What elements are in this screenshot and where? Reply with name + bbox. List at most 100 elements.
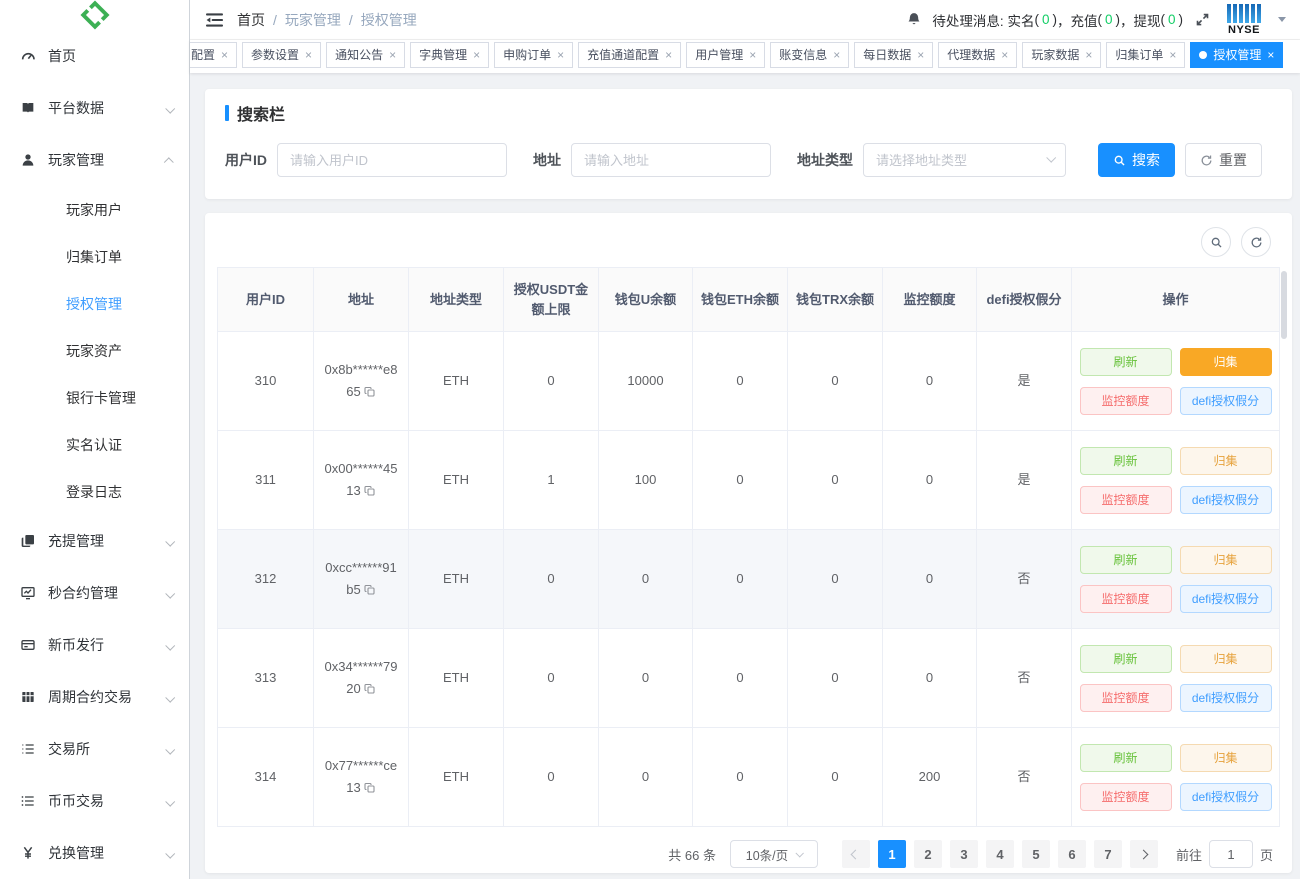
sidebar-item-login-logs[interactable]: 登录日志 <box>0 468 189 515</box>
close-icon[interactable]: × <box>749 49 756 61</box>
sidebar-item-player-assets[interactable]: 玩家资产 <box>0 327 189 374</box>
sidebar-item-deposit-withdraw[interactable]: 充提管理 <box>0 515 189 567</box>
close-icon[interactable]: × <box>1001 49 1008 61</box>
next-page-button[interactable] <box>1130 840 1158 868</box>
sidebar-item-home[interactable]: 首页 <box>0 30 189 82</box>
address-type-select[interactable] <box>863 143 1066 177</box>
sidebar-item-authorization-management[interactable]: 授权管理 <box>0 280 189 327</box>
tab-user-management[interactable]: 用户管理× <box>686 42 765 68</box>
close-icon[interactable]: × <box>557 49 564 61</box>
defi-fake-button[interactable]: defi授权假分 <box>1180 387 1272 415</box>
close-icon[interactable]: × <box>833 49 840 61</box>
sidebar-item-bank-card-management[interactable]: 银行卡管理 <box>0 374 189 421</box>
tab-account-changes[interactable]: 账变信息× <box>770 42 849 68</box>
tab-daily-data[interactable]: 每日数据× <box>854 42 933 68</box>
collect-button[interactable]: 归集 <box>1180 546 1272 574</box>
sidebar-item-new-coin-issue[interactable]: 新币发行 <box>0 619 189 671</box>
close-icon[interactable]: × <box>221 49 228 61</box>
sidebar-fold-icon[interactable] <box>206 13 223 27</box>
pagination: 共 66 条 10条/页 1 2 3 4 5 6 7 前往 页 <box>217 827 1279 879</box>
user-id-input[interactable] <box>277 143 507 177</box>
refresh-row-button[interactable]: 刷新 <box>1080 447 1172 475</box>
sidebar-item-cycle-contract-trade[interactable]: 周期合约交易 <box>0 671 189 723</box>
copy-icon[interactable] <box>364 683 376 695</box>
close-icon[interactable]: × <box>305 49 312 61</box>
collect-button[interactable]: 归集 <box>1180 348 1272 376</box>
collect-button[interactable]: 归集 <box>1180 744 1272 772</box>
fullscreen-icon[interactable] <box>1195 12 1210 27</box>
refresh-table-button[interactable] <box>1241 227 1271 257</box>
close-icon[interactable]: × <box>1267 49 1274 61</box>
table-scrollbar-thumb[interactable] <box>1281 271 1287 339</box>
tab-authorization-management[interactable]: 授权管理× <box>1190 42 1283 68</box>
collect-button[interactable]: 归集 <box>1180 447 1272 475</box>
page-1-button[interactable]: 1 <box>878 840 906 868</box>
tab-config[interactable]: 配置× <box>190 42 237 68</box>
close-icon[interactable]: × <box>1085 49 1092 61</box>
page-size-select[interactable]: 10条/页 <box>730 840 818 868</box>
sidebar-item-exchange[interactable]: 交易所 <box>0 723 189 775</box>
tab-dictionary[interactable]: 字典管理× <box>410 42 489 68</box>
tab-recharge-channel[interactable]: 充值通道配置× <box>578 42 681 68</box>
prev-page-button[interactable] <box>842 840 870 868</box>
sidebar-item-seconds-contract[interactable]: 秒合约管理 <box>0 567 189 619</box>
reset-button[interactable]: 重置 <box>1185 143 1262 177</box>
sidebar-item-real-name-auth[interactable]: 实名认证 <box>0 421 189 468</box>
tab-notice[interactable]: 通知公告× <box>326 42 405 68</box>
defi-fake-button[interactable]: defi授权假分 <box>1180 486 1272 514</box>
refresh-row-button[interactable]: 刷新 <box>1080 645 1172 673</box>
refresh-icon <box>1200 154 1213 167</box>
page-2-button[interactable]: 2 <box>914 840 942 868</box>
sidebar-item-swap-management[interactable]: 兑换管理 <box>0 827 189 879</box>
breadcrumb-home[interactable]: 首页 <box>237 10 265 30</box>
copy-icon[interactable] <box>364 584 376 596</box>
page-7-button[interactable]: 7 <box>1094 840 1122 868</box>
close-icon[interactable]: × <box>1169 49 1176 61</box>
search-button[interactable]: 搜索 <box>1098 143 1175 177</box>
goto-page-input[interactable] <box>1209 840 1253 868</box>
sidebar-item-platform-data[interactable]: 平台数据 <box>0 82 189 134</box>
monitor-quota-button[interactable]: 监控额度 <box>1080 387 1172 415</box>
tab-param-settings[interactable]: 参数设置× <box>242 42 321 68</box>
brand-name: NYSE <box>1228 24 1260 36</box>
page-4-button[interactable]: 4 <box>986 840 1014 868</box>
chevron-down-icon <box>796 849 804 857</box>
sidebar-item-player-users[interactable]: 玩家用户 <box>0 186 189 233</box>
close-icon[interactable]: × <box>473 49 480 61</box>
monitor-quota-button[interactable]: 监控额度 <box>1080 585 1172 613</box>
copy-icon[interactable] <box>364 782 376 794</box>
tab-collect-orders[interactable]: 归集订单× <box>1106 42 1185 68</box>
page-3-button[interactable]: 3 <box>950 840 978 868</box>
defi-fake-button[interactable]: defi授权假分 <box>1180 783 1272 811</box>
monitor-quota-button[interactable]: 监控额度 <box>1080 684 1172 712</box>
account-logo[interactable]: NYSE <box>1222 4 1266 36</box>
defi-fake-button[interactable]: defi授权假分 <box>1180 585 1272 613</box>
monitor-quota-button[interactable]: 监控额度 <box>1080 486 1172 514</box>
address-text: 0x77******ce13 <box>325 758 397 795</box>
copy-icon[interactable] <box>364 386 376 398</box>
tab-player-data[interactable]: 玩家数据× <box>1022 42 1101 68</box>
bell-icon[interactable] <box>906 11 922 28</box>
tab-agent-data[interactable]: 代理数据× <box>938 42 1017 68</box>
refresh-row-button[interactable]: 刷新 <box>1080 744 1172 772</box>
sidebar-item-collect-orders[interactable]: 归集订单 <box>0 233 189 280</box>
page-6-button[interactable]: 6 <box>1058 840 1086 868</box>
page-5-button[interactable]: 5 <box>1022 840 1050 868</box>
copy-icon[interactable] <box>364 485 376 497</box>
refresh-row-button[interactable]: 刷新 <box>1080 348 1172 376</box>
collect-button[interactable]: 归集 <box>1180 645 1272 673</box>
defi-fake-button[interactable]: defi授权假分 <box>1180 684 1272 712</box>
breadcrumb-player-management[interactable]: 玩家管理 <box>285 10 341 30</box>
sidebar-item-coin-trade[interactable]: 币币交易 <box>0 775 189 827</box>
tab-subscribe-orders[interactable]: 申购订单× <box>494 42 573 68</box>
close-icon[interactable]: × <box>665 49 672 61</box>
show-search-toggle-button[interactable] <box>1201 227 1231 257</box>
close-icon[interactable]: × <box>917 49 924 61</box>
sidebar-item-player-management[interactable]: 玩家管理 <box>0 134 189 186</box>
address-input[interactable] <box>571 143 771 177</box>
close-icon[interactable]: × <box>389 49 396 61</box>
account-dropdown-caret[interactable] <box>1278 17 1286 22</box>
refresh-row-button[interactable]: 刷新 <box>1080 546 1172 574</box>
notice-label: 待处理消息: <box>932 10 1003 30</box>
monitor-quota-button[interactable]: 监控额度 <box>1080 783 1172 811</box>
